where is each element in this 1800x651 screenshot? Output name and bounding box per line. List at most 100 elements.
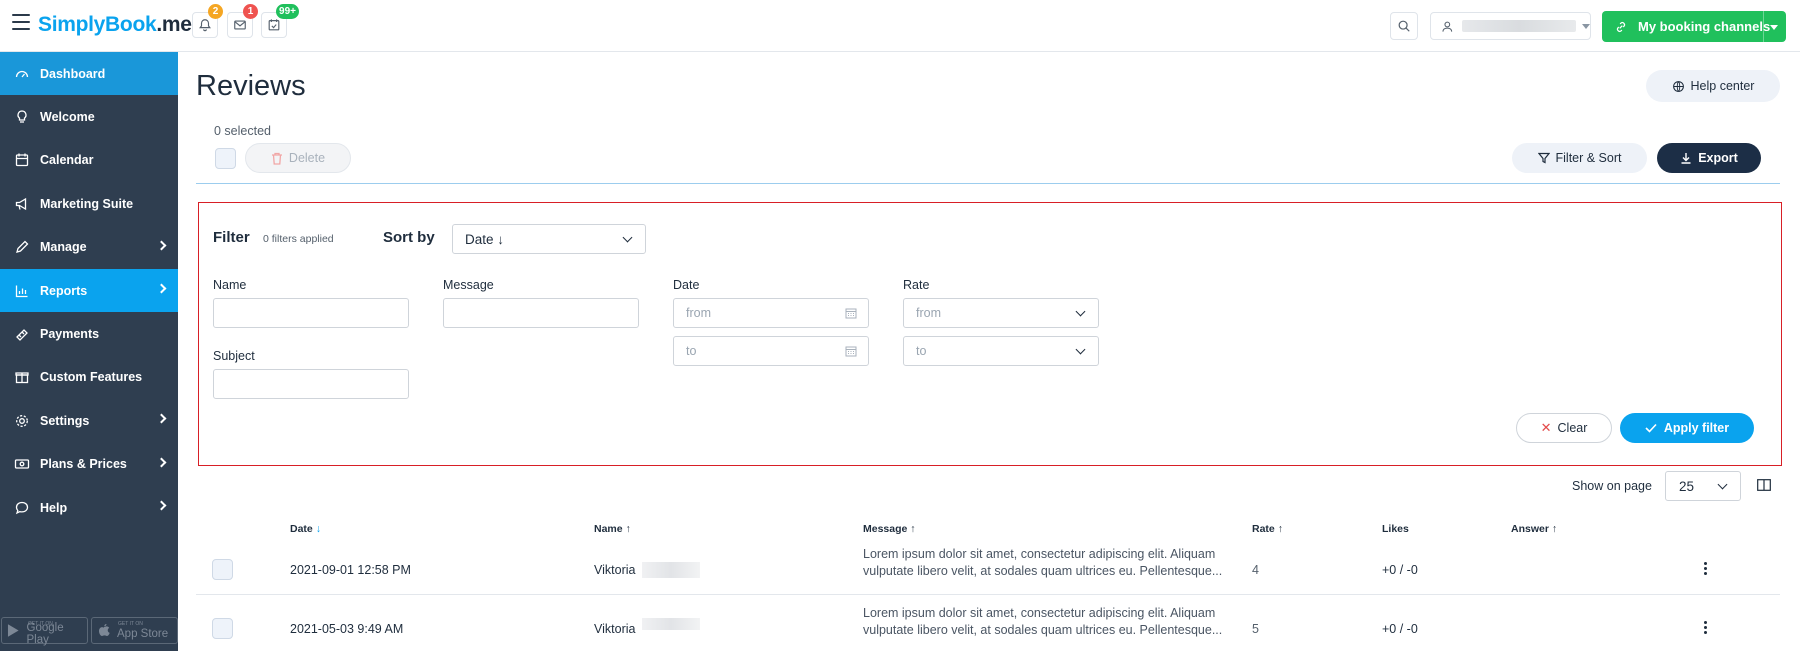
- row-message: Lorem ipsum dolor sit amet, consectetur …: [863, 606, 1223, 637]
- row-message: Lorem ipsum dolor sit amet, consectetur …: [863, 547, 1223, 578]
- column-header-name[interactable]: Name ↑: [594, 523, 631, 535]
- chevron-down-icon: [1582, 23, 1590, 29]
- show-on-page-label: Show on page: [1572, 479, 1652, 493]
- table-row[interactable]: 2021-09-01 12:58 PM Viktoria Lorem ipsum…: [196, 541, 1780, 595]
- gift-icon: [15, 372, 29, 384]
- date-label: Date: [673, 278, 700, 292]
- row-checkbox[interactable]: [212, 559, 233, 580]
- rate-to-select[interactable]: to: [903, 336, 1099, 366]
- sidebar: Dashboard Welcome Calendar Marketing Sui…: [0, 52, 178, 651]
- column-header-date[interactable]: Date ↓: [290, 523, 321, 535]
- message-label: Message: [443, 278, 494, 292]
- columns-icon[interactable]: [1757, 479, 1771, 491]
- bar-chart-icon: [15, 285, 28, 297]
- sidebar-item-calendar[interactable]: Calendar: [0, 139, 178, 182]
- download-icon: [1681, 153, 1691, 164]
- sidebar-item-manage[interactable]: Manage: [0, 226, 178, 269]
- rate-label: Rate: [903, 278, 930, 292]
- more-options-icon[interactable]: [1704, 621, 1707, 636]
- sidebar-item-reports[interactable]: Reports: [0, 268, 178, 313]
- envelope-icon: [234, 20, 246, 30]
- sidebar-item-plans-prices[interactable]: Plans & Prices: [0, 443, 178, 486]
- chevron-down-icon: [1717, 479, 1728, 490]
- row-checkbox[interactable]: [212, 618, 233, 639]
- chevron-down-icon[interactable]: [1770, 25, 1778, 30]
- name-input[interactable]: [213, 298, 409, 328]
- chevron-right-icon: [156, 457, 167, 467]
- page-title: Reviews: [196, 70, 306, 102]
- column-header-rate[interactable]: Rate ↑: [1252, 523, 1283, 535]
- calendar-icon: [15, 153, 29, 167]
- megaphone-icon: [15, 197, 27, 210]
- user-icon: [1442, 21, 1453, 32]
- chevron-right-icon: [156, 413, 167, 424]
- sort-arrow-icon: ↓: [315, 523, 321, 535]
- sort-by-label: Sort by: [383, 229, 435, 246]
- chat-bubble-icon: [15, 501, 29, 514]
- messages-button[interactable]: 1: [227, 4, 258, 38]
- clear-button[interactable]: ✕ Clear: [1516, 413, 1612, 443]
- row-date: 2021-09-01 12:58 PM: [290, 563, 411, 577]
- sidebar-item-help[interactable]: Help: [0, 486, 178, 529]
- column-header-answer[interactable]: Answer ↑: [1511, 523, 1557, 535]
- wallet-icon: [16, 329, 28, 341]
- booking-channels-button[interactable]: My booking channels: [1602, 11, 1786, 42]
- user-menu[interactable]: [1430, 12, 1591, 40]
- subject-input[interactable]: [213, 369, 409, 399]
- app-store-badge[interactable]: GET IT ON App Store: [91, 617, 178, 644]
- hamburger-menu-icon[interactable]: [12, 14, 30, 30]
- sidebar-item-welcome[interactable]: Welcome: [0, 95, 178, 138]
- export-button[interactable]: Export: [1657, 143, 1761, 173]
- google-play-badge[interactable]: GET IT ON Google Play: [1, 617, 88, 646]
- more-options-icon[interactable]: [1704, 562, 1707, 577]
- help-center-button[interactable]: Help center: [1646, 70, 1780, 102]
- bookings-badge: 99+: [276, 4, 299, 19]
- notifications-button[interactable]: 2: [192, 4, 223, 38]
- divider: [196, 183, 1780, 184]
- row-likes: +0 / -0: [1382, 563, 1418, 577]
- delete-button[interactable]: Delete: [245, 143, 351, 173]
- sidebar-item-payments[interactable]: Payments: [0, 312, 178, 355]
- redacted-surname: [642, 618, 700, 630]
- chevron-right-icon: [156, 240, 167, 251]
- row-name: Viktoria: [594, 622, 636, 636]
- date-to-input[interactable]: to: [673, 336, 869, 366]
- gauge-icon: [15, 70, 29, 78]
- sidebar-item-dashboard[interactable]: Dashboard: [0, 52, 178, 96]
- redacted-user-name: [1461, 20, 1576, 32]
- sort-arrow-icon: ↑: [625, 523, 631, 535]
- search-icon: [1398, 20, 1410, 32]
- lightbulb-icon: [17, 110, 27, 123]
- search-button[interactable]: [1390, 12, 1418, 40]
- sidebar-item-marketing-suite[interactable]: Marketing Suite: [0, 182, 178, 225]
- sidebar-item-settings[interactable]: Settings: [0, 399, 178, 442]
- sidebar-item-custom-features[interactable]: Custom Features: [0, 356, 178, 399]
- subject-label: Subject: [213, 349, 255, 363]
- row-name: Viktoria: [594, 563, 636, 577]
- page-size-select[interactable]: 25: [1665, 471, 1741, 501]
- chevron-right-icon: [156, 500, 167, 511]
- sort-by-select[interactable]: Date ↓: [452, 224, 646, 254]
- row-rate: 5: [1252, 622, 1259, 636]
- main-content: Reviews Help center 0 selected Delete Fi…: [178, 52, 1800, 651]
- table-row[interactable]: 2021-05-03 9:49 AM Viktoria Lorem ipsum …: [196, 595, 1780, 649]
- column-header-message[interactable]: Message ↑: [863, 523, 916, 535]
- sort-arrow-icon: ↑: [910, 523, 916, 535]
- bookings-button[interactable]: 99+: [261, 4, 299, 38]
- selected-count: 0 selected: [214, 124, 271, 138]
- filter-panel: Filter 0 filters applied Sort by Date ↓ …: [198, 202, 1782, 466]
- apply-filter-button[interactable]: Apply filter: [1620, 413, 1754, 443]
- filters-applied-count: 0 filters applied: [263, 233, 334, 245]
- notifications-badge: 2: [208, 4, 223, 19]
- select-all-checkbox[interactable]: [215, 148, 236, 169]
- app-store-badges: GET IT ON Google Play GET IT ON App Stor…: [0, 617, 178, 646]
- logo[interactable]: SimplyBook.me: [38, 13, 192, 37]
- filter-sort-button[interactable]: Filter & Sort: [1512, 143, 1647, 173]
- filter-heading: Filter: [213, 229, 250, 246]
- rate-from-select[interactable]: from: [903, 298, 1099, 328]
- gear-icon: [16, 414, 28, 427]
- redacted-surname: [642, 562, 700, 578]
- calendar-check-icon: [268, 19, 280, 31]
- date-from-input[interactable]: from: [673, 298, 869, 328]
- message-input[interactable]: [443, 298, 639, 328]
